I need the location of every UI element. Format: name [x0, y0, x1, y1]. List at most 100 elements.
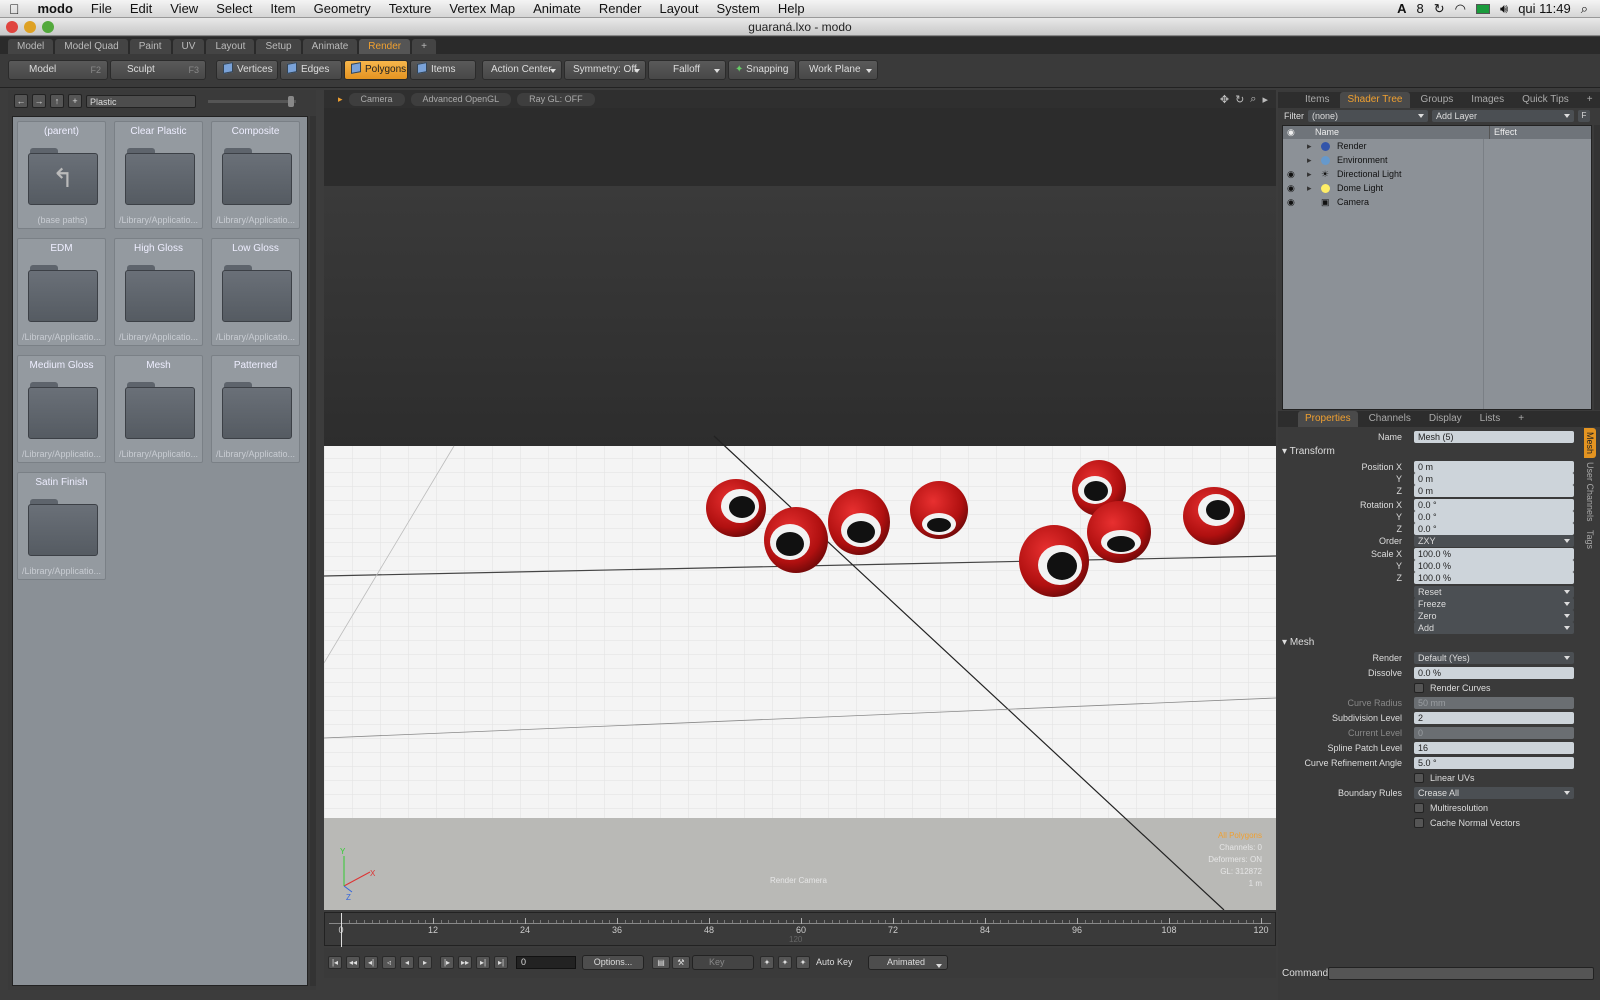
- transform-section[interactable]: ▾ Transform: [1282, 446, 1335, 457]
- tab-groups[interactable]: Groups: [1414, 92, 1461, 108]
- expand-arrow-icon[interactable]: ▸: [1307, 139, 1312, 153]
- menu-system[interactable]: System: [708, 1, 769, 16]
- add-tab-button[interactable]: +: [1580, 92, 1600, 108]
- options-button[interactable]: Options...: [582, 955, 644, 970]
- filter-dropdown[interactable]: (none): [1308, 110, 1428, 122]
- rotation-x-field[interactable]: 0.0 °: [1414, 499, 1574, 511]
- visibility-eye-icon[interactable]: ◉: [1287, 167, 1295, 181]
- position-z-field[interactable]: 0 m: [1414, 485, 1574, 497]
- preset-tile-medium-gloss[interactable]: Medium Gloss /Library/Applicatio...: [17, 355, 106, 463]
- reset-dropdown[interactable]: Reset: [1414, 586, 1574, 598]
- position-y-field[interactable]: 0 m: [1414, 473, 1574, 485]
- status-icon[interactable]: A: [1397, 1, 1406, 16]
- prev-frame-icon[interactable]: ◃: [382, 956, 396, 969]
- freeze-dropdown[interactable]: Freeze: [1414, 598, 1574, 610]
- tab-properties[interactable]: Properties: [1298, 411, 1358, 427]
- zoom-icon[interactable]: ⌕: [1250, 93, 1256, 106]
- menu-app[interactable]: modo: [29, 1, 82, 16]
- forward-arrow-icon[interactable]: →: [32, 94, 46, 108]
- tree-row-render[interactable]: ▸ Render: [1283, 139, 1591, 153]
- back-arrow-icon[interactable]: ←: [14, 94, 28, 108]
- edges-button[interactable]: Edges: [280, 60, 342, 80]
- sculpt-mode-button[interactable]: Sculpt F3: [110, 60, 206, 80]
- tree-row-directional-light[interactable]: ◉ ▸ ☀ Directional Light: [1283, 167, 1591, 181]
- add-dropdown[interactable]: Add: [1414, 622, 1574, 634]
- go-to-start-icon[interactable]: |◂: [328, 956, 342, 969]
- spotlight-search-icon[interactable]: ⌕: [1581, 1, 1588, 17]
- close-window-button[interactable]: [6, 21, 18, 33]
- rotation-order-dropdown[interactable]: ZXY: [1414, 535, 1574, 547]
- side-tab-tags[interactable]: Tags: [1584, 526, 1596, 553]
- layout-tab-model-quad[interactable]: Model Quad: [55, 39, 128, 54]
- preset-tile-edm[interactable]: EDM /Library/Applicatio...: [17, 238, 106, 346]
- subdivision-level-field[interactable]: 2: [1414, 712, 1574, 724]
- timeline[interactable]: 01224364860728496108120 120: [324, 912, 1276, 947]
- layout-tab-animate[interactable]: Animate: [302, 39, 358, 54]
- scale-z-field[interactable]: 100.0 %: [1414, 572, 1574, 584]
- preset-tile-parent[interactable]: (parent) ↰ (base paths): [17, 121, 106, 229]
- tab-channels[interactable]: Channels: [1362, 411, 1418, 427]
- render-dropdown[interactable]: Default (Yes): [1414, 652, 1574, 664]
- 3d-viewport[interactable]: ▸ Camera Advanced OpenGL Ray GL: OFF ✥ ↻…: [324, 90, 1276, 910]
- key-filter-icon[interactable]: ⚒: [672, 956, 690, 969]
- expand-arrow-icon[interactable]: ▸: [1307, 167, 1312, 181]
- preset-tile-patterned[interactable]: Patterned /Library/Applicatio...: [211, 355, 300, 463]
- mesh-section[interactable]: ▾ Mesh: [1282, 637, 1314, 648]
- rotate-icon[interactable]: ↻: [1235, 93, 1244, 106]
- add-layout-tab-button[interactable]: +: [412, 39, 436, 54]
- add-layer-dropdown[interactable]: Add Layer: [1432, 110, 1574, 122]
- slider-handle[interactable]: [288, 95, 294, 107]
- pan-icon[interactable]: ✥: [1220, 93, 1229, 106]
- tab-images[interactable]: Images: [1464, 92, 1511, 108]
- play-icon[interactable]: ▸: [418, 956, 432, 969]
- preset-tile-high-gloss[interactable]: High Gloss /Library/Applicatio...: [114, 238, 203, 346]
- position-x-field[interactable]: 0 m: [1414, 461, 1574, 473]
- model-mode-button[interactable]: Model F2: [8, 60, 108, 80]
- linear-uvs-checkbox[interactable]: [1414, 773, 1424, 783]
- layout-tab-paint[interactable]: Paint: [129, 39, 171, 54]
- volume-icon[interactable]: 🔊︎: [1500, 1, 1508, 17]
- side-tab-user-channels[interactable]: User Channels: [1584, 458, 1596, 526]
- menu-help[interactable]: Help: [769, 1, 814, 16]
- next-frame-icon[interactable]: |▸: [440, 956, 454, 969]
- clock[interactable]: qui 11:49: [1518, 1, 1571, 16]
- render-curves-checkbox[interactable]: [1414, 683, 1424, 693]
- tree-row-camera[interactable]: ◉ ▣ Camera: [1283, 195, 1591, 209]
- expand-arrow-icon[interactable]: ▸: [1307, 153, 1312, 167]
- wifi-icon[interactable]: ◠: [1455, 1, 1466, 17]
- go-to-end-icon[interactable]: ▸|: [494, 956, 508, 969]
- add-tab-button[interactable]: +: [1511, 411, 1531, 427]
- menu-animate[interactable]: Animate: [524, 1, 590, 16]
- tab-quick-tips[interactable]: Quick Tips: [1515, 92, 1576, 108]
- animation-mode-dropdown[interactable]: Animated: [868, 955, 948, 970]
- name-field[interactable]: Mesh (5): [1414, 431, 1574, 443]
- action-center-dropdown[interactable]: Action Center: [482, 60, 562, 80]
- rotation-y-field[interactable]: 0.0 °: [1414, 511, 1574, 523]
- zoom-window-button[interactable]: [42, 21, 54, 33]
- falloff-dropdown[interactable]: Falloff: [648, 60, 726, 80]
- sync-icon[interactable]: ↻: [1434, 1, 1445, 17]
- vertices-button[interactable]: Vertices: [216, 60, 278, 80]
- expand-arrow-icon[interactable]: ▸: [1307, 181, 1312, 195]
- set-key-button[interactable]: Key: [692, 955, 754, 970]
- preset-scrollbar[interactable]: [310, 116, 316, 986]
- tree-row-dome-light[interactable]: ◉ ▸ Dome Light: [1283, 181, 1591, 195]
- auto-key-icon-2[interactable]: ✦: [778, 956, 792, 969]
- camera-view-button[interactable]: Camera: [348, 92, 405, 106]
- zero-dropdown[interactable]: Zero: [1414, 610, 1574, 622]
- current-frame-field[interactable]: 0: [516, 956, 576, 969]
- preset-category-dropdown[interactable]: Plastic: [86, 94, 196, 108]
- multiresolution-checkbox[interactable]: [1414, 803, 1424, 813]
- shading-mode-button[interactable]: Advanced OpenGL: [410, 92, 512, 106]
- menu-select[interactable]: Select: [207, 1, 261, 16]
- command-input[interactable]: [1328, 967, 1594, 980]
- visibility-eye-icon[interactable]: ◉: [1287, 195, 1295, 209]
- snapping-button[interactable]: ✦ Snapping: [728, 60, 796, 80]
- work-plane-dropdown[interactable]: Work Plane: [798, 60, 878, 80]
- side-tab-mesh[interactable]: Mesh: [1584, 428, 1596, 459]
- parent-folder-icon[interactable]: ↑: [50, 94, 64, 108]
- menu-file[interactable]: File: [82, 1, 121, 16]
- scale-x-field[interactable]: 100.0 %: [1414, 548, 1574, 560]
- curve-refinement-angle-field[interactable]: 5.0 °: [1414, 757, 1574, 769]
- raygl-button[interactable]: Ray GL: OFF: [517, 92, 595, 106]
